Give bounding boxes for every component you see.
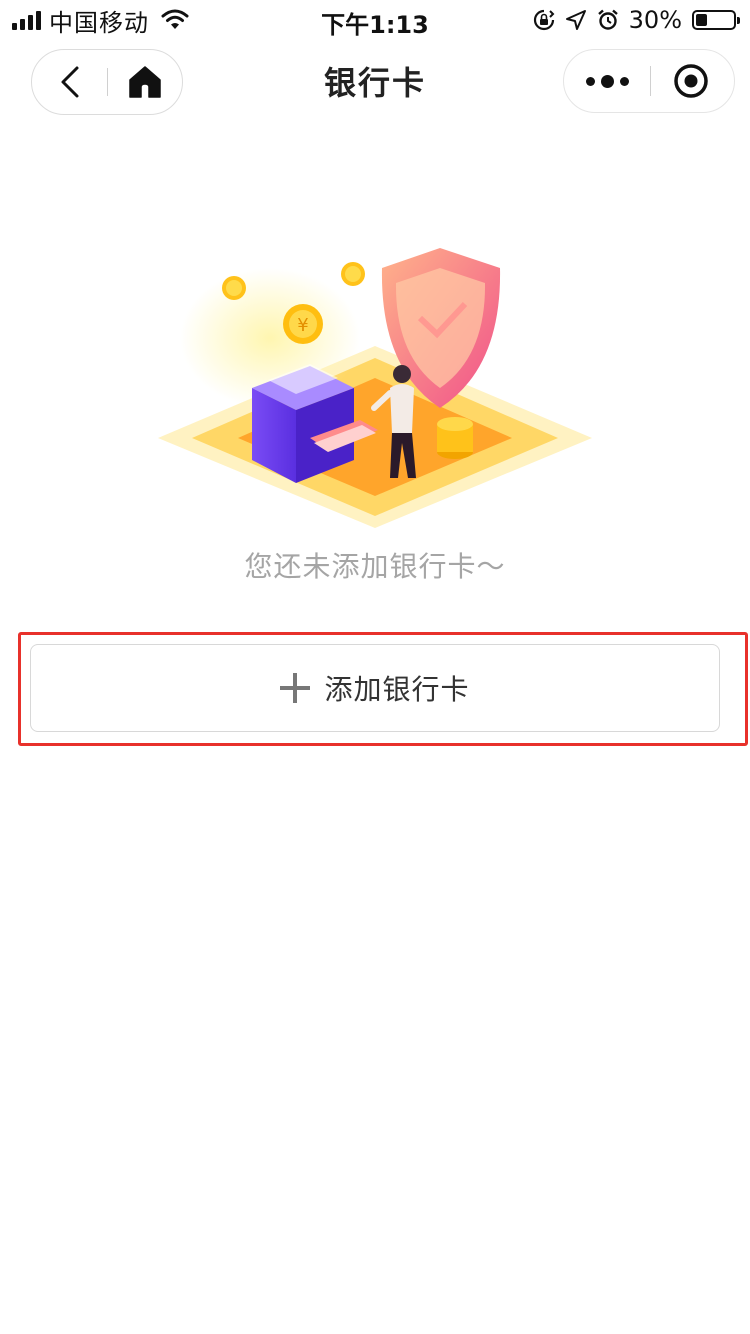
- orientation-lock-icon: [533, 9, 555, 31]
- target-icon: [674, 64, 708, 98]
- plus-icon: [280, 673, 311, 703]
- nav-bar: 银行卡: [0, 40, 750, 124]
- location-icon: [565, 10, 586, 30]
- add-bank-card-label: 添加银行卡: [324, 673, 470, 706]
- more-dot-icon: [600, 74, 614, 88]
- battery-icon: [692, 10, 740, 30]
- battery-fill: [696, 14, 707, 26]
- empty-bank-card-illustration: ¥: [158, 248, 592, 528]
- more-dot-icon: [619, 76, 629, 86]
- nav-capsule-right: [563, 49, 735, 113]
- alarm-icon: [597, 9, 618, 30]
- empty-state-message: 您还未添加银行卡～: [244, 550, 506, 583]
- more-dot-icon: [585, 76, 595, 86]
- add-bank-card-button[interactable]: 添加银行卡: [30, 644, 720, 732]
- status-bar: 中国移动 下午1:13 30%: [0, 0, 750, 40]
- svg-text:¥: ¥: [297, 315, 308, 336]
- status-right: 30%: [533, 6, 740, 34]
- close-button[interactable]: [648, 50, 734, 112]
- battery-percent: 30%: [628, 6, 682, 34]
- more-button[interactable]: [564, 50, 650, 112]
